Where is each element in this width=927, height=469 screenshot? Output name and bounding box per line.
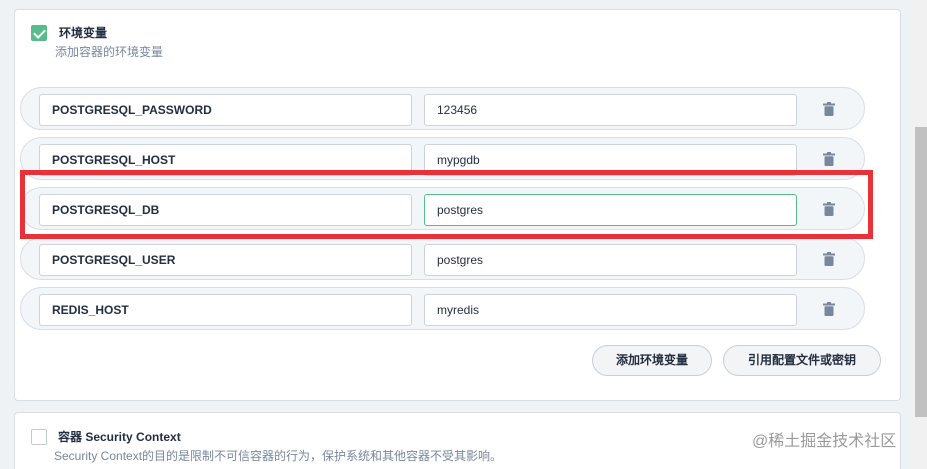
env-key-input[interactable]: POSTGRESQL_PASSWORD (39, 94, 412, 126)
env-value-input[interactable]: mypgdb (424, 144, 797, 176)
trash-icon[interactable] (823, 252, 835, 266)
env-key-input[interactable]: REDIS_HOST (39, 294, 412, 326)
add-env-variable-button[interactable]: 添加环境变量 (592, 345, 712, 376)
trash-icon[interactable] (823, 202, 835, 216)
env-section-title: 环境变量 (59, 26, 108, 40)
env-key-input[interactable]: POSTGRESQL_DB (39, 194, 412, 226)
security-context-title: 容器 Security Context (58, 430, 181, 444)
scrollbar-thumb[interactable] (915, 127, 927, 417)
env-key-input[interactable]: POSTGRESQL_USER (39, 244, 412, 276)
env-row: REDIS_HOST myredis (20, 287, 865, 330)
security-context-checkbox[interactable] (31, 429, 47, 445)
env-value-input[interactable]: postgres (424, 244, 797, 276)
env-key-input[interactable]: POSTGRESQL_HOST (39, 144, 412, 176)
page: 环境变量 添加容器的环境变量 POSTGRESQL_PASSWORD 12345… (0, 0, 927, 469)
env-enable-checkbox[interactable] (31, 25, 47, 41)
env-row: POSTGRESQL_PASSWORD 123456 (20, 87, 865, 130)
watermark: @稀土掘金技术社区 (752, 433, 897, 450)
trash-icon[interactable] (823, 102, 835, 116)
trash-icon[interactable] (823, 302, 835, 316)
reference-config-secret-button[interactable]: 引用配置文件或密钥 (723, 345, 881, 376)
env-row: POSTGRESQL_HOST mypgdb (20, 137, 865, 180)
security-context-description: Security Context的目的是限制不可信容器的行为，保护系统和其他容器… (54, 449, 503, 463)
trash-icon[interactable] (823, 152, 835, 166)
env-row: POSTGRESQL_USER postgres (20, 237, 865, 280)
env-value-input[interactable]: myredis (424, 294, 797, 326)
env-value-input[interactable]: postgres (424, 194, 797, 226)
env-value-input[interactable]: 123456 (424, 94, 797, 126)
env-section-description: 添加容器的环境变量 (55, 45, 164, 59)
env-row: POSTGRESQL_DB postgres (20, 187, 865, 230)
